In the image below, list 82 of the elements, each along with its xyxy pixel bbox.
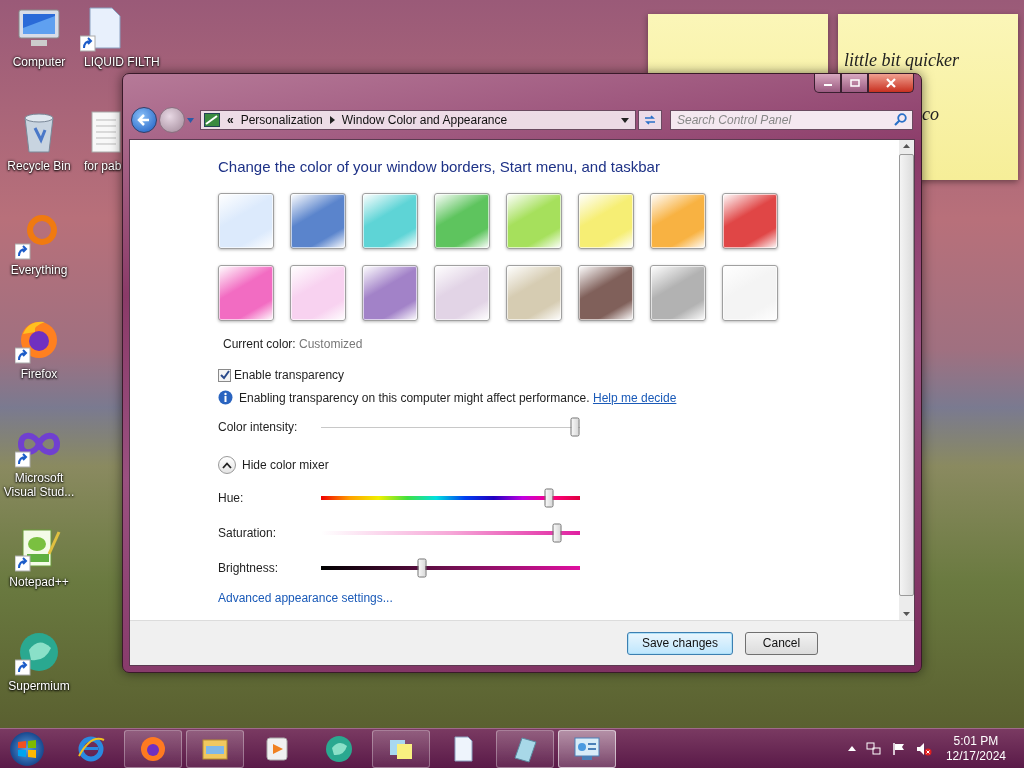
back-arrow-icon <box>137 113 151 127</box>
caret-icon[interactable] <box>621 117 629 123</box>
slider-thumb[interactable] <box>417 558 427 578</box>
windows-logo-icon <box>16 737 38 760</box>
slider-thumb[interactable] <box>552 523 562 543</box>
address-bar[interactable]: « Personalization Window Color and Appearance <box>200 110 636 130</box>
back-button[interactable] <box>131 107 157 133</box>
color-swatch[interactable] <box>650 265 706 321</box>
close-icon <box>885 78 897 88</box>
supermium-icon <box>324 733 354 764</box>
breadcrumb[interactable]: Personalization <box>240 113 323 127</box>
volume-muted-icon[interactable] <box>915 741 932 756</box>
slider-label: Hue: <box>218 491 245 505</box>
flag-icon[interactable] <box>891 741 906 756</box>
slider-label: Brightness: <box>218 561 280 575</box>
note-text: co <box>922 104 939 125</box>
color-swatch[interactable] <box>218 193 274 249</box>
taskbar-button[interactable] <box>558 729 616 768</box>
dialog-button[interactable]: Cancel <box>745 631 818 655</box>
clock-date: 12/17/2024 <box>945 748 1006 764</box>
clock[interactable]: 5:01 PM 12/17/2024 <box>945 733 1006 764</box>
color-swatch[interactable] <box>362 265 418 321</box>
color-swatch[interactable] <box>650 193 706 249</box>
help-link[interactable]: Help me decide <box>592 390 677 405</box>
desktop-icon-label[interactable]: Computer <box>12 55 66 69</box>
taskbar-button[interactable] <box>186 729 244 768</box>
info-icon <box>218 390 233 405</box>
slider-label: Saturation: <box>218 526 278 540</box>
checkbox[interactable] <box>218 368 231 382</box>
desktop-icon-label[interactable]: Supermium <box>8 679 70 693</box>
slider-label: Color intensity: <box>218 420 299 434</box>
color-swatch[interactable] <box>434 193 490 249</box>
refresh-button[interactable] <box>638 110 662 130</box>
color-swatch[interactable] <box>578 193 634 249</box>
checkbox-label[interactable]: Enable transparency <box>234 368 345 382</box>
info-text: Enabling transparency on this computer might affect performance. Help me decide <box>239 390 677 405</box>
color-swatch[interactable] <box>362 193 418 249</box>
clock-time: 5:01 PM <box>953 733 999 749</box>
dialog-button[interactable]: Save changes <box>626 631 733 655</box>
desktop-icon-label[interactable]: Firefox <box>20 367 58 381</box>
desktop-icon-label[interactable]: Microsoft Visual Stud... <box>1 471 77 499</box>
note-text: little bit quicker <box>844 50 959 71</box>
search-field[interactable]: Search Control Panel <box>670 110 913 130</box>
breadcrumb-separator-icon[interactable] <box>329 116 335 124</box>
color-swatch[interactable] <box>722 193 778 249</box>
color-swatch[interactable] <box>722 265 778 321</box>
current-color-text: Current color: Customized <box>223 337 363 351</box>
color-swatch[interactable] <box>290 265 346 321</box>
maximize-icon <box>849 79 860 87</box>
desktop-icon-label[interactable]: Recycle Bin <box>7 159 71 173</box>
desktop-icon-label[interactable]: LIQUID FILTH <box>84 55 160 69</box>
refresh-icon <box>643 114 657 126</box>
color-swatch[interactable] <box>290 193 346 249</box>
color-swatch[interactable] <box>578 265 634 321</box>
mixer-toggle-label[interactable]: Hide color mixer <box>242 458 329 472</box>
scroll-down-icon[interactable] <box>903 612 910 616</box>
network-icon[interactable] <box>865 741 882 756</box>
desktop-icon-label[interactable]: Notepad++ <box>9 575 69 589</box>
maximize-button[interactable] <box>841 74 868 93</box>
advanced-settings-link[interactable]: Advanced appearance settings... <box>218 591 393 605</box>
taskbar-button[interactable] <box>496 729 554 768</box>
color-swatch[interactable] <box>434 265 490 321</box>
minimize-button[interactable] <box>814 74 841 93</box>
slider-thumb[interactable] <box>544 488 554 508</box>
color-swatch[interactable] <box>506 265 562 321</box>
close-button[interactable] <box>868 74 914 93</box>
chevron-up-icon <box>222 461 232 469</box>
color-swatch[interactable] <box>218 265 274 321</box>
page-heading: Change the color of your window borders, Start menu, and taskbar <box>218 158 661 175</box>
breadcrumb[interactable]: Window Color and Appearance <box>341 113 508 127</box>
scroll-up-icon[interactable] <box>903 144 910 148</box>
search-icon[interactable] <box>894 113 907 126</box>
scrollbar[interactable] <box>899 140 914 620</box>
show-hidden-icons-icon[interactable] <box>847 746 856 751</box>
collapse-button[interactable] <box>218 456 236 474</box>
color-swatch[interactable] <box>506 193 562 249</box>
desktop-icon-label[interactable]: Everything <box>10 263 68 277</box>
control-panel-icon <box>204 113 220 127</box>
desktop-icon-label[interactable]: for pab <box>84 159 122 173</box>
taskbar-button[interactable] <box>372 729 430 768</box>
slider-thumb[interactable] <box>570 417 580 437</box>
breadcrumb-overflow[interactable]: « <box>227 113 234 127</box>
